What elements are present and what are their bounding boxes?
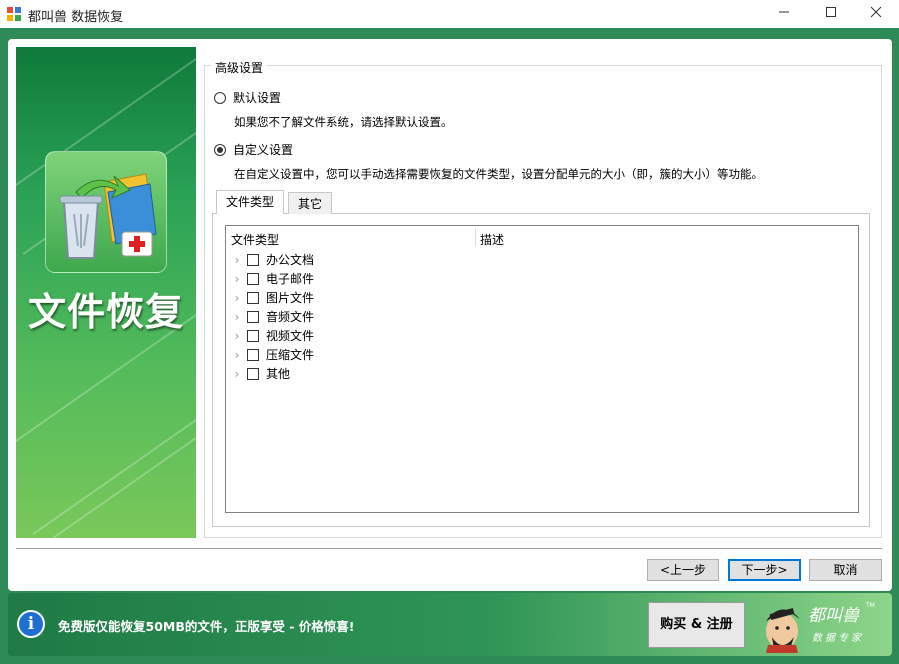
- checkbox[interactable]: [247, 291, 259, 304]
- list-item[interactable]: › 音频文件: [231, 307, 314, 326]
- chevron-right-icon[interactable]: ›: [231, 253, 243, 267]
- file-type-label: 视频文件: [266, 329, 315, 343]
- list-header: 文件类型 描述: [226, 226, 858, 248]
- chevron-right-icon[interactable]: ›: [231, 367, 243, 381]
- svg-text:都叫兽: 都叫兽: [808, 606, 860, 626]
- app-logo-icon: [7, 7, 21, 21]
- banner-title: 文件恢复: [27, 290, 184, 334]
- checkbox[interactable]: [247, 310, 259, 323]
- svg-text:数据专家: 数据专家: [812, 632, 864, 644]
- default-settings-radio[interactable]: 默认设置: [214, 89, 281, 106]
- checkbox[interactable]: [247, 272, 259, 285]
- close-button[interactable]: [853, 0, 899, 28]
- maximize-icon: [826, 7, 836, 17]
- checkbox[interactable]: [247, 253, 259, 266]
- checkbox[interactable]: [247, 329, 259, 342]
- chevron-right-icon[interactable]: ›: [231, 348, 243, 362]
- info-icon: i: [17, 610, 45, 638]
- side-banner: 文件恢复: [16, 47, 196, 538]
- buy-register-button[interactable]: 购买 & 注册: [648, 602, 745, 648]
- file-type-label: 图片文件: [266, 291, 315, 305]
- svg-text:TM: TM: [865, 602, 875, 609]
- list-item[interactable]: › 办公文档: [231, 250, 314, 269]
- main-panel: 文件恢复 高级设置 默认设置 如果您不了解文件系统，请选择默认设置。 自定义设置…: [8, 39, 892, 591]
- list-item[interactable]: › 视频文件: [231, 326, 314, 345]
- footer-bar: i 免费版仅能恢复50MB的文件，正版享受 - 价格惊喜! 购买 & 注册 都叫…: [8, 593, 892, 656]
- file-type-label: 其他: [266, 367, 291, 381]
- maximize-button[interactable]: [808, 0, 854, 28]
- file-type-label: 办公文档: [266, 253, 315, 267]
- radio-checked[interactable]: [214, 143, 226, 156]
- radio-unchecked[interactable]: [214, 91, 226, 104]
- column-header-file-type[interactable]: 文件类型: [231, 231, 279, 248]
- custom-settings-radio[interactable]: 自定义设置: [214, 141, 293, 158]
- recycle-bin-recovery-icon: [45, 151, 167, 273]
- default-settings-label: 默认设置: [233, 91, 282, 105]
- list-item[interactable]: › 压缩文件: [231, 345, 314, 364]
- brand-logo: 都叫兽 数据专家 TM: [760, 597, 880, 653]
- app-frame: 文件恢复 高级设置 默认设置 如果您不了解文件系统，请选择默认设置。 自定义设置…: [0, 28, 899, 664]
- tab-other[interactable]: 其它: [288, 192, 333, 214]
- title-bar: 都叫兽 数据恢复: [0, 0, 899, 28]
- chevron-right-icon[interactable]: ›: [231, 291, 243, 305]
- close-icon: [870, 6, 882, 18]
- list-item[interactable]: › 电子邮件: [231, 269, 314, 288]
- list-item[interactable]: › 图片文件: [231, 288, 314, 307]
- checkbox[interactable]: [247, 348, 259, 361]
- minimize-icon: [779, 11, 789, 13]
- file-type-label: 音频文件: [266, 310, 315, 324]
- custom-settings-label: 自定义设置: [233, 143, 294, 157]
- chevron-right-icon[interactable]: ›: [231, 310, 243, 324]
- file-type-label: 压缩文件: [266, 348, 315, 362]
- checkbox[interactable]: [247, 367, 259, 380]
- column-header-description[interactable]: 描述: [480, 231, 504, 248]
- promo-message: 免费版仅能恢复50MB的文件，正版享受 - 价格惊喜!: [58, 619, 355, 634]
- default-settings-description: 如果您不了解文件系统，请选择默认设置。: [234, 115, 453, 129]
- divider: [16, 549, 882, 550]
- window-title: 都叫兽 数据恢复: [28, 10, 124, 25]
- chevron-right-icon[interactable]: ›: [231, 272, 243, 286]
- group-title: 高级设置: [211, 59, 268, 76]
- cancel-button[interactable]: 取消: [809, 559, 882, 581]
- chevron-right-icon[interactable]: ›: [231, 329, 243, 343]
- prev-button[interactable]: <上一步: [647, 559, 719, 581]
- tab-file-types[interactable]: 文件类型: [216, 190, 285, 214]
- file-type-label: 电子邮件: [266, 272, 315, 286]
- file-type-list: 文件类型 描述 › 办公文档 › 电子邮件 › 图片文件 › 音频文件 › 视频…: [225, 225, 859, 513]
- next-button[interactable]: 下一步>: [728, 559, 801, 581]
- minimize-button[interactable]: [761, 0, 807, 28]
- list-item[interactable]: › 其他: [231, 364, 290, 383]
- custom-settings-description: 在自定义设置中，您可以手动选择需要恢复的文件类型，设置分配单元的大小（即，簇的大…: [234, 167, 763, 181]
